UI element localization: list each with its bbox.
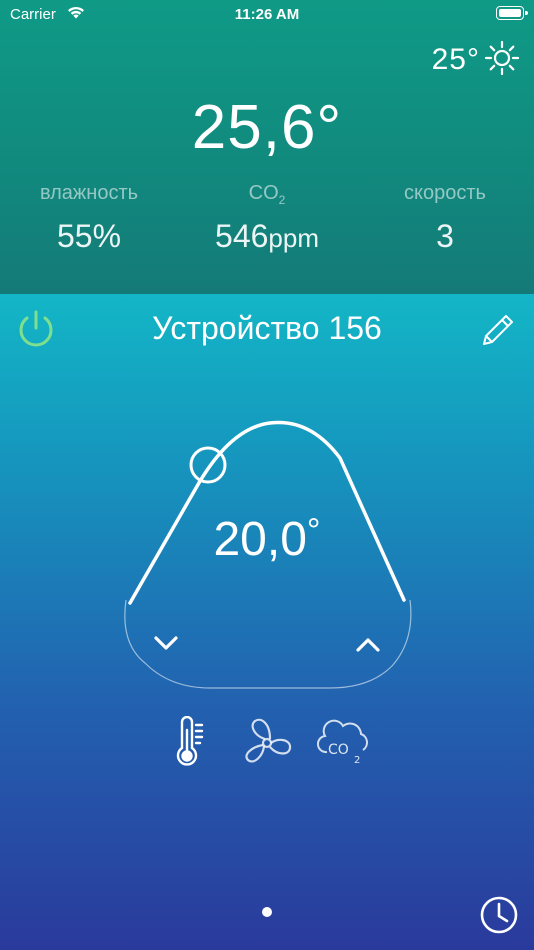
co2-value: 546ppm <box>215 218 319 254</box>
setpoint-temperature: 20,0° <box>213 512 321 566</box>
thermometer-icon <box>176 715 204 766</box>
humidity-value: 55% <box>56 218 122 254</box>
schedule-button[interactable] <box>478 894 520 941</box>
dial-handle[interactable] <box>189 446 227 484</box>
speed-label: скорость <box>404 182 486 204</box>
humidity-stat: влажность 55% <box>0 182 178 255</box>
svg-text:2: 2 <box>354 755 360 766</box>
mode-co2-button[interactable]: CO 2 <box>316 716 368 768</box>
decrease-temperature-button[interactable] <box>148 628 184 658</box>
status-bar: Carrier 11:26 AM <box>0 0 534 30</box>
mode-temperature-button[interactable] <box>164 715 214 768</box>
co2-stat: CO2 546ppm <box>178 182 356 255</box>
clock-icon <box>480 896 518 934</box>
pencil-icon <box>483 315 513 345</box>
fan-icon <box>245 718 292 763</box>
speed-stat: скорость 3 <box>356 182 534 255</box>
indoor-temperature: 25,6° <box>191 93 343 162</box>
clock-time: 11:26 AM <box>234 6 300 23</box>
page-indicator-dot[interactable] <box>262 907 272 917</box>
co2-label: CO2 <box>248 182 286 207</box>
device-name: Устройство 156 <box>152 310 382 346</box>
speed-value: 3 <box>436 218 454 254</box>
increase-temperature-button[interactable] <box>350 628 386 658</box>
svg-text:CO: CO <box>328 742 349 758</box>
outside-temperature: 25° <box>431 43 480 76</box>
mode-fan-button[interactable] <box>241 716 292 768</box>
chevron-down-icon <box>154 636 178 650</box>
battery-icon <box>496 6 528 20</box>
sun-icon <box>484 40 520 81</box>
edit-button[interactable] <box>478 310 518 355</box>
co2-cloud-icon: CO 2 <box>316 719 368 766</box>
humidity-label: влажность <box>39 182 139 204</box>
stats-row: влажность 55% CO2 546ppm скорость 3 <box>0 182 534 255</box>
chevron-up-icon <box>356 638 380 652</box>
outside-weather: 25° <box>432 40 520 80</box>
